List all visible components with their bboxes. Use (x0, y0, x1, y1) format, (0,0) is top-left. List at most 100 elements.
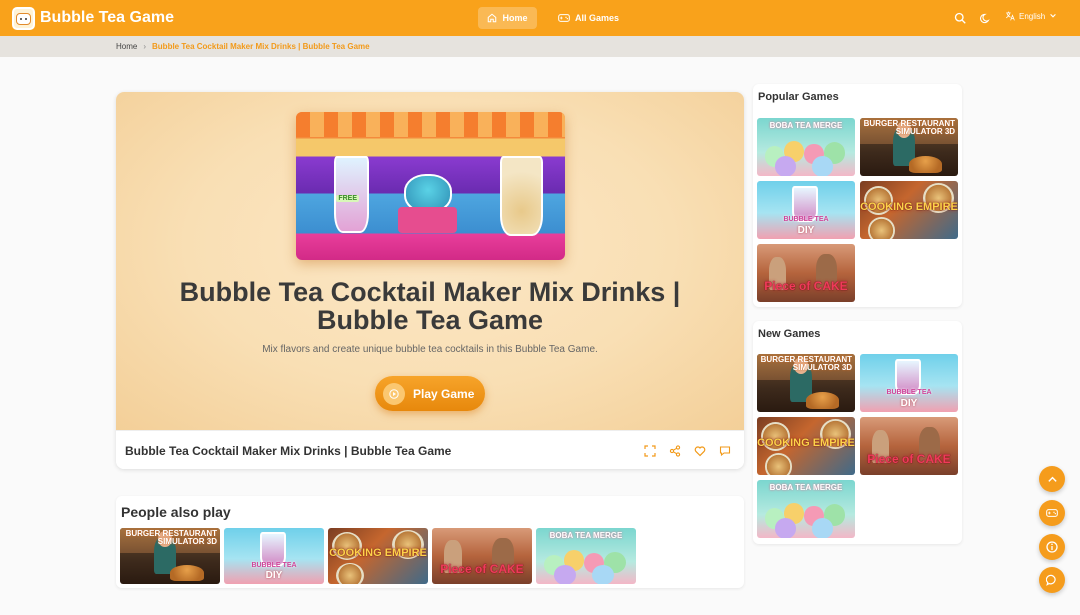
related-game-card[interactable]: COOKING EMPIRE (328, 528, 428, 584)
game-thumb-caption-part: Piece (440, 561, 472, 576)
plate-art (336, 562, 364, 584)
favorite-button[interactable] (694, 444, 706, 457)
diy-game-thumb: BUBBLE TEA DIY (224, 528, 324, 584)
ball-art (811, 156, 834, 176)
new-game-card[interactable]: COOKING EMPIRE (757, 417, 855, 475)
game-thumb-caption: BUBBLE TEA (783, 215, 829, 223)
diy-game-thumb: BUBBLE TEA DIY (757, 181, 855, 239)
game-thumb-caption: BURGER RESTAURANT SIMULATOR 3D (125, 529, 217, 547)
free-label: FREE (336, 194, 360, 202)
theme-toggle[interactable] (978, 11, 992, 25)
game-thumb-caption: BOBA TEA MERGE (769, 121, 843, 131)
game-title: Bubble Tea Cocktail Maker Mix Drinks | B… (179, 277, 681, 335)
nav-all-games[interactable]: All Games (558, 7, 619, 29)
stove-art (398, 206, 458, 234)
game-thumb-caption: DIY (265, 570, 283, 581)
popular-game-card[interactable]: BUBBLE TEA DIY (757, 181, 855, 239)
breadcrumb-home[interactable]: Home (116, 42, 137, 51)
popular-games-panel: Popular Games BOBA TEA MERGE BURGER REST… (753, 84, 962, 307)
popular-game-card[interactable]: BURGER RESTAURANT SIMULATOR 3D (860, 118, 958, 176)
info-fab-button[interactable] (1039, 534, 1065, 560)
burger-game-thumb: BURGER RESTAURANT SIMULATOR 3D (860, 118, 958, 176)
breadcrumb-current: Bubble Tea Cocktail Maker Mix Drinks | B… (152, 42, 370, 51)
ball-art (592, 564, 614, 584)
related-game-card[interactable]: BURGER RESTAURANT SIMULATOR 3D (120, 528, 220, 584)
nav-home[interactable]: Home (478, 7, 537, 29)
game-thumb-caption-part: of (799, 278, 811, 293)
fullscreen-button[interactable] (644, 444, 656, 457)
popular-game-card[interactable]: BOBA TEA MERGE (757, 118, 855, 176)
popular-game-card[interactable]: COOKING EMPIRE (860, 181, 958, 239)
game-thumb-caption-part: of (475, 561, 487, 576)
logo-face-icon (16, 12, 31, 25)
game-footer-title: Bubble Tea Cocktail Maker Mix Drinks | B… (125, 444, 452, 458)
game-thumb-caption: BOBA TEA MERGE (549, 531, 623, 541)
game-thumb-caption: DIY (797, 224, 815, 236)
play-game-button[interactable]: Play Game (375, 376, 485, 411)
game-thumb-caption: Piece of CAKE (860, 452, 958, 466)
new-game-card[interactable]: BURGER RESTAURANT SIMULATOR 3D (757, 354, 855, 412)
breadcrumb: Home › Bubble Tea Cocktail Maker Mix Dri… (116, 42, 370, 51)
chevron-down-icon (1050, 14, 1057, 18)
ball-art (774, 518, 797, 538)
burger-art (170, 564, 204, 581)
new-game-card[interactable]: BOBA TEA MERGE (757, 480, 855, 538)
games-fab-button[interactable] (1039, 500, 1065, 526)
chat-fab-button[interactable] (1039, 567, 1065, 593)
people-also-play-section: People also play BURGER RESTAURANT SIMUL… (116, 496, 744, 588)
boba-game-thumb: BOBA TEA MERGE (757, 480, 855, 538)
awning-art (296, 112, 565, 138)
language-selector[interactable]: English (1005, 11, 1057, 21)
cooking-game-thumb: COOKING EMPIRE (860, 181, 958, 239)
search-button[interactable] (953, 11, 967, 25)
game-hero-card: FREE Bubble Tea Cocktail Maker Mix Drink… (116, 92, 744, 469)
new-games-panel: New Games BURGER RESTAURANT SIMULATOR 3D… (753, 321, 962, 544)
comment-icon (719, 446, 731, 457)
related-game-card[interactable]: BOBA TEA MERGE (536, 528, 636, 584)
new-game-card[interactable]: BUBBLE TEA DIY (860, 354, 958, 412)
game-thumb-caption-part: CAKE (916, 451, 951, 466)
game-thumb-caption: BURGER RESTAURANT SIMULATOR 3D (863, 119, 956, 137)
boba-game-thumb: BOBA TEA MERGE (757, 118, 855, 176)
nav-all-games-label: All Games (575, 13, 620, 23)
related-game-card[interactable]: BUBBLE TEA DIY (224, 528, 324, 584)
popular-game-card[interactable]: Piece of CAKE (757, 244, 855, 302)
site-logo[interactable] (12, 7, 35, 30)
search-icon (954, 12, 966, 24)
arrow-up-icon (1047, 476, 1057, 482)
translate-icon (1006, 11, 1015, 21)
game-thumbnail[interactable]: FREE (296, 112, 565, 260)
game-thumb-caption-part: CAKE (813, 278, 848, 293)
heart-icon (694, 446, 706, 457)
share-button[interactable] (669, 444, 681, 457)
comment-button[interactable] (719, 444, 731, 457)
game-footer-bar: Bubble Tea Cocktail Maker Mix Drinks | B… (116, 430, 744, 469)
game-thumb-caption: BOBA TEA MERGE (769, 483, 843, 493)
plate-art (867, 216, 896, 239)
game-thumb-caption: Piece of CAKE (432, 562, 532, 576)
play-icon (383, 382, 405, 405)
home-icon (488, 13, 497, 23)
burger-art (806, 392, 840, 409)
ball-art (774, 156, 797, 176)
cake-game-thumb: Piece of CAKE (860, 417, 958, 475)
game-thumbnail-art: FREE (296, 112, 565, 260)
diy-game-thumb: BUBBLE TEA DIY (860, 354, 958, 412)
popular-games-title: Popular Games (758, 91, 839, 103)
new-game-card[interactable]: Piece of CAKE (860, 417, 958, 475)
milk-tea-cup-art (500, 156, 544, 237)
plate-art (764, 452, 793, 475)
related-game-card[interactable]: Piece of CAKE (432, 528, 532, 584)
site-brand[interactable]: Bubble Tea Game (40, 9, 174, 27)
cooking-game-thumb: COOKING EMPIRE (757, 417, 855, 475)
breadcrumb-bar: Home › Bubble Tea Cocktail Maker Mix Dri… (0, 36, 1080, 57)
game-thumb-caption: DIY (900, 397, 918, 409)
burger-art (909, 156, 943, 173)
fullscreen-icon (644, 445, 656, 457)
game-thumb-caption: BUBBLE TEA (251, 561, 297, 569)
top-header: Bubble Tea Game Home All Games English (0, 0, 1080, 36)
burger-game-thumb: BURGER RESTAURANT SIMULATOR 3D (120, 528, 220, 584)
nav-home-label: Home (502, 13, 528, 23)
language-label: English (1019, 11, 1046, 21)
scroll-top-button[interactable] (1039, 466, 1065, 492)
